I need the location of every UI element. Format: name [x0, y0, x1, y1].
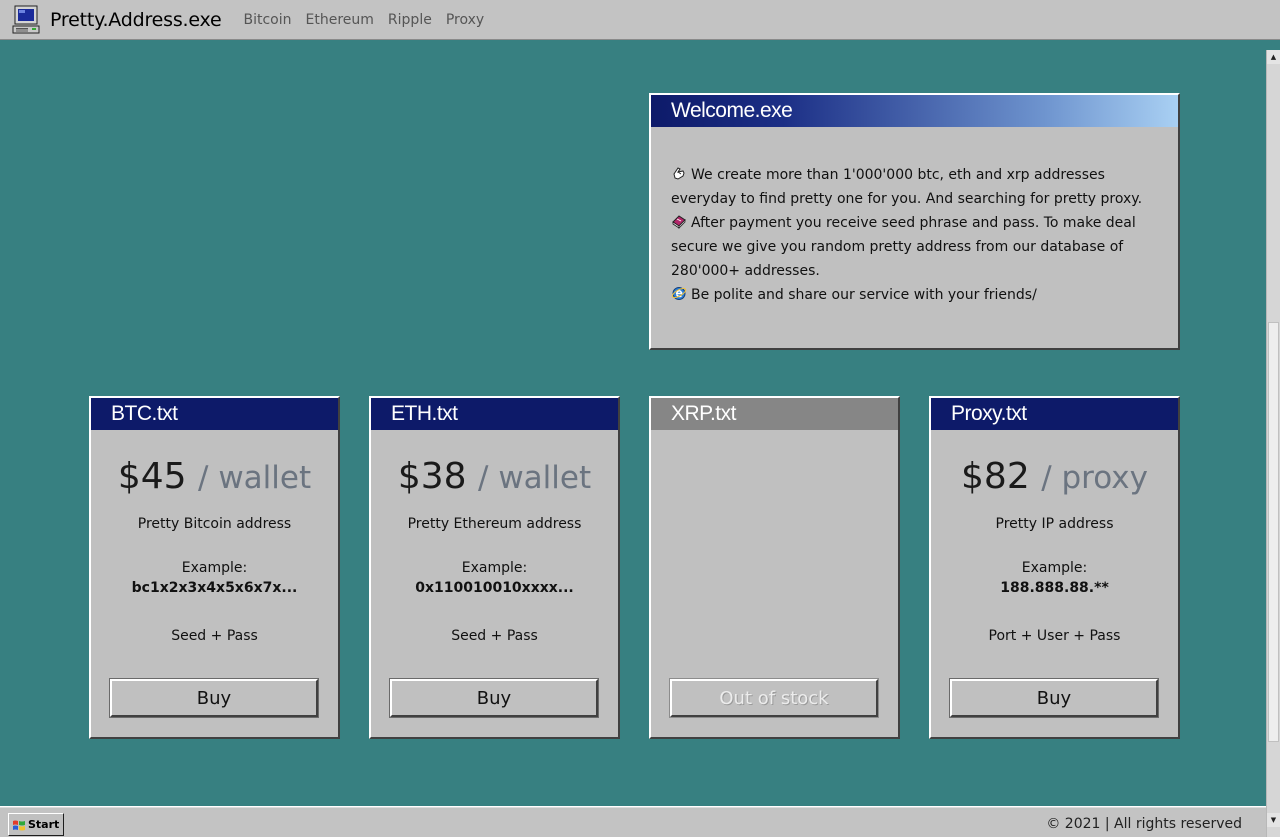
example-label: Example: — [461, 560, 528, 576]
computer-icon — [12, 5, 40, 33]
product-card-xrp: XRP.txt Out of stock — [649, 396, 900, 739]
main-nav: Bitcoin Ethereum Ripple Proxy — [244, 12, 485, 28]
example-label: Example: — [1021, 560, 1088, 576]
price-amount: $45 — [117, 456, 187, 497]
welcome-paragraph-text: We create more than 1'000'000 btc, eth a… — [671, 167, 1143, 207]
internet-explorer-icon — [671, 287, 687, 300]
windows-logo-icon — [13, 820, 25, 830]
product-includes: Port + User + Pass — [988, 628, 1121, 644]
product-description: Pretty IP address — [995, 516, 1114, 532]
brand[interactable]: Pretty.Address.exe — [10, 3, 222, 37]
start-label: Start — [28, 818, 60, 831]
price-unit: / wallet — [198, 460, 312, 496]
price-amount: $38 — [397, 456, 467, 497]
nav-link-ripple[interactable]: Ripple — [388, 12, 432, 28]
start-button[interactable]: Start — [8, 813, 64, 836]
taskbar: Start © 2021 | All rights reserved — [0, 806, 1266, 837]
welcome-paragraph: Be polite and share our service with you… — [671, 283, 1164, 307]
buy-btc-button[interactable]: Buy — [109, 678, 319, 718]
product-card-title: Proxy.txt — [931, 398, 1178, 430]
price: $38 / wallet — [371, 452, 618, 502]
product-card-title: XRP.txt — [651, 398, 898, 430]
price: $82 / proxy — [931, 452, 1178, 502]
nav-link-bitcoin[interactable]: Bitcoin — [244, 12, 292, 28]
product-includes: Seed + Pass — [451, 628, 538, 644]
price-unit: / wallet — [478, 460, 592, 496]
product-card-title: BTC.txt — [91, 398, 338, 430]
example-label: Example: — [181, 560, 248, 576]
buy-eth-button[interactable]: Buy — [389, 678, 599, 718]
product-card-proxy: Proxy.txt $82 / proxy Pretty IP address … — [929, 396, 1180, 739]
price-amount: $82 — [961, 456, 1030, 497]
nav-link-ethereum[interactable]: Ethereum — [306, 12, 374, 28]
scroll-up-arrow-icon[interactable]: ▲ — [1267, 50, 1280, 64]
product-includes: Seed + Pass — [171, 628, 258, 644]
out-of-stock-button[interactable]: Out of stock — [669, 678, 879, 718]
welcome-paragraph-text: After payment you receive seed phrase an… — [671, 215, 1136, 279]
welcome-window-title: Welcome.exe — [651, 95, 1178, 127]
brand-name: Pretty.Address.exe — [50, 8, 222, 31]
welcome-window: Welcome.exe We create more than 1'000'00… — [649, 93, 1180, 350]
example-value: 0x110010010xxxx... — [415, 580, 574, 596]
welcome-paragraph: After payment you receive seed phrase an… — [671, 211, 1164, 283]
product-card-eth: ETH.txt $38 / wallet Pretty Ethereum add… — [369, 396, 620, 739]
scroll-down-arrow-icon[interactable]: ▼ — [1267, 813, 1280, 827]
product-description: Pretty Bitcoin address — [137, 516, 292, 532]
scroll-thumb[interactable] — [1268, 322, 1279, 742]
welcome-window-body: We create more than 1'000'000 btc, eth a… — [651, 127, 1178, 307]
nav-link-proxy[interactable]: Proxy — [446, 12, 484, 28]
top-nav-bar: Pretty.Address.exe Bitcoin Ethereum Ripp… — [0, 0, 1280, 40]
page-scrollbar[interactable]: ▲ ▼ — [1266, 50, 1280, 837]
price-unit: / proxy — [1041, 460, 1148, 496]
welcome-paragraph: We create more than 1'000'000 btc, eth a… — [671, 163, 1164, 211]
example-value: bc1x2x3x4x5x6x7x... — [131, 580, 298, 596]
product-card-btc: BTC.txt $45 / wallet Pretty Bitcoin addr… — [89, 396, 340, 739]
product-description: Pretty Ethereum address — [407, 516, 582, 532]
book-icon — [672, 215, 686, 229]
buy-proxy-button[interactable]: Buy — [949, 678, 1159, 718]
example-value: 188.888.88.** — [1000, 580, 1109, 596]
copyright-text: © 2021 | All rights reserved — [1046, 816, 1242, 832]
welcome-paragraph-text: Be polite and share our service with you… — [691, 287, 1037, 303]
price: $45 / wallet — [91, 452, 338, 502]
product-card-title: ETH.txt — [371, 398, 618, 430]
hand-pointer-icon — [673, 167, 685, 180]
